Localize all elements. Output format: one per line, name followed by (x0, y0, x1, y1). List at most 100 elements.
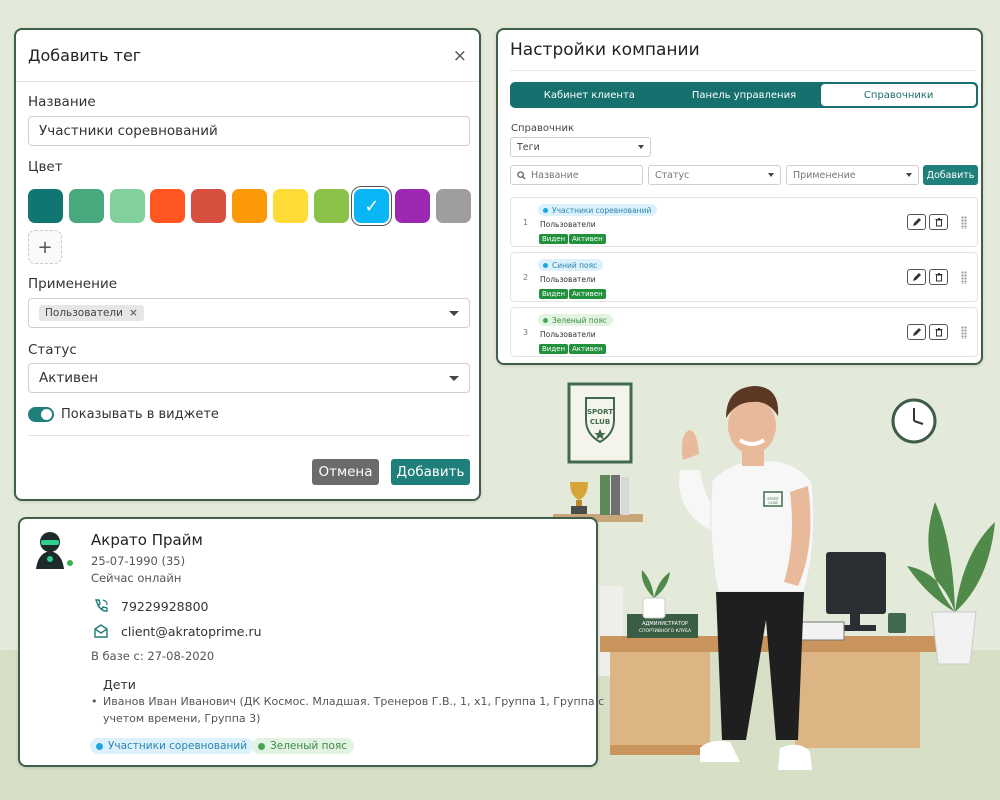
tab-label: Справочники (863, 89, 934, 101)
status-filter-select[interactable]: Статус (648, 165, 781, 185)
tab-directories[interactable]: Справочники (821, 84, 977, 106)
color-swatch[interactable] (232, 189, 267, 223)
add-tag-button[interactable]: Добавить (923, 165, 978, 185)
poster-text-1: SPORT (587, 408, 613, 416)
color-swatch[interactable] (191, 189, 227, 223)
add-button-label: Добавить (396, 464, 465, 480)
child-info-line-1: Иванов Иван Иванович (ДК Космос. Младшая… (103, 695, 605, 708)
drag-handle-icon[interactable] (961, 216, 967, 229)
tab-label: Панель управления (691, 89, 797, 101)
active-badge: Активен (569, 289, 606, 299)
directory-label: Справочник (511, 123, 574, 134)
trash-icon (935, 273, 942, 282)
client-since-date: В базе с: 27-08-2020 (91, 649, 215, 663)
mug (888, 613, 906, 633)
mail-icon (94, 624, 108, 638)
poster-text-2: CLUB (590, 418, 610, 426)
client-phone[interactable]: 79229928800 (121, 599, 208, 614)
delete-button[interactable] (929, 214, 948, 230)
tag-dot (543, 317, 548, 323)
edit-button[interactable] (907, 324, 926, 340)
usage-chip: Пользователи × (39, 305, 144, 321)
tag-dot (258, 742, 265, 750)
usage-label: Применение (28, 276, 118, 292)
client-tag-label: Участники соревнований (108, 740, 248, 752)
add-button[interactable]: Добавить (391, 459, 470, 485)
tag-scope: Пользователи (540, 220, 596, 229)
client-email[interactable]: client@akratoprime.ru (121, 624, 262, 639)
chip-remove-icon[interactable]: × (129, 307, 138, 319)
usage-chip-label: Пользователи (45, 307, 123, 319)
tag-row: 3 Зеленый пояс Пользователи Виден Активен (510, 307, 978, 357)
name-filter-placeholder: Название (531, 169, 579, 181)
tab-client-cabinet[interactable]: Кабинет клиента (512, 84, 667, 106)
name-label: Название (28, 94, 96, 110)
tag-dot (543, 262, 548, 268)
add-color-button[interactable]: + (28, 230, 62, 264)
desk-plant (641, 570, 670, 619)
tag-label: Участники соревнований (552, 205, 652, 215)
cancel-button[interactable]: Отмена (312, 459, 379, 485)
widget-toggle[interactable] (28, 407, 54, 422)
client-tag-label: Зеленый пояс (270, 740, 348, 752)
divider (510, 70, 975, 71)
delete-button[interactable] (929, 269, 948, 285)
chevron-down-icon (638, 145, 644, 149)
tag-row: 1 Участники соревнований Пользователи Виден… (510, 197, 978, 247)
nameplate-text-2: СПОРТИВНОГО КЛУБА (639, 628, 692, 634)
usage-filter-select[interactable]: Применение (786, 165, 919, 185)
directory-select[interactable]: Теги (510, 137, 651, 157)
client-tag-pill[interactable]: Участники соревнований (90, 738, 255, 754)
drag-handle-icon[interactable] (961, 271, 967, 284)
client-tag-pill[interactable]: Зеленый пояс (252, 738, 355, 754)
plus-icon: + (37, 236, 53, 258)
pencil-icon (912, 273, 921, 281)
color-swatches: ✓ (28, 189, 473, 225)
company-settings-panel: Настройки компании Кабинет клиента Панел… (496, 28, 983, 365)
children-label: Дети (103, 677, 136, 692)
notepad (797, 621, 845, 641)
divider (28, 435, 470, 436)
color-swatch[interactable]: ✓ (354, 189, 390, 223)
status-label: Статус (28, 342, 77, 358)
color-swatch[interactable] (68, 189, 104, 223)
row-number: 1 (523, 218, 529, 227)
color-swatch[interactable] (28, 189, 63, 223)
visible-badge: Виден (539, 234, 569, 244)
drag-handle-icon[interactable] (961, 326, 967, 339)
wall-clock (891, 398, 937, 444)
chevron-down-icon (768, 173, 774, 177)
shelf (553, 475, 643, 522)
tag-row: 2 Синий пояс Пользователи Виден Активен (510, 252, 978, 302)
status-filter-placeholder: Статус (655, 169, 690, 181)
name-filter-input[interactable]: Название (510, 165, 643, 185)
color-swatch[interactable] (272, 189, 308, 223)
status-select[interactable]: Активен (28, 363, 470, 393)
tag-name-input[interactable]: Участники соревнований (28, 116, 470, 146)
tag-scope: Пользователи (540, 275, 596, 284)
tab-control-panel[interactable]: Панель управления (667, 84, 822, 106)
usage-select[interactable]: Пользователи × (28, 298, 470, 328)
cancel-button-label: Отмена (318, 464, 373, 480)
delete-button[interactable] (929, 324, 948, 340)
row-number: 3 (523, 328, 529, 337)
edit-button[interactable] (907, 214, 926, 230)
tag-pill: Участники соревнований (538, 204, 658, 216)
color-swatch[interactable] (150, 189, 186, 223)
client-birth-date: 25-07-1990 (35) (91, 554, 186, 568)
online-indicator (65, 558, 75, 568)
tag-pill: Зеленый пояс (538, 314, 614, 326)
edit-button[interactable] (907, 269, 926, 285)
widget-toggle-label: Показывать в виджете (61, 407, 219, 422)
add-tag-button-label: Добавить (926, 169, 975, 181)
settings-title: Настройки компании (510, 40, 700, 60)
phone-icon (95, 599, 108, 612)
avatar (36, 532, 64, 569)
tag-label: Синий пояс (552, 260, 598, 270)
color-swatch[interactable] (395, 189, 431, 223)
color-swatch[interactable] (313, 189, 349, 223)
color-swatch[interactable] (436, 189, 471, 223)
close-icon[interactable]: × (453, 46, 467, 66)
trash-icon (935, 328, 942, 337)
color-swatch[interactable] (109, 189, 145, 223)
